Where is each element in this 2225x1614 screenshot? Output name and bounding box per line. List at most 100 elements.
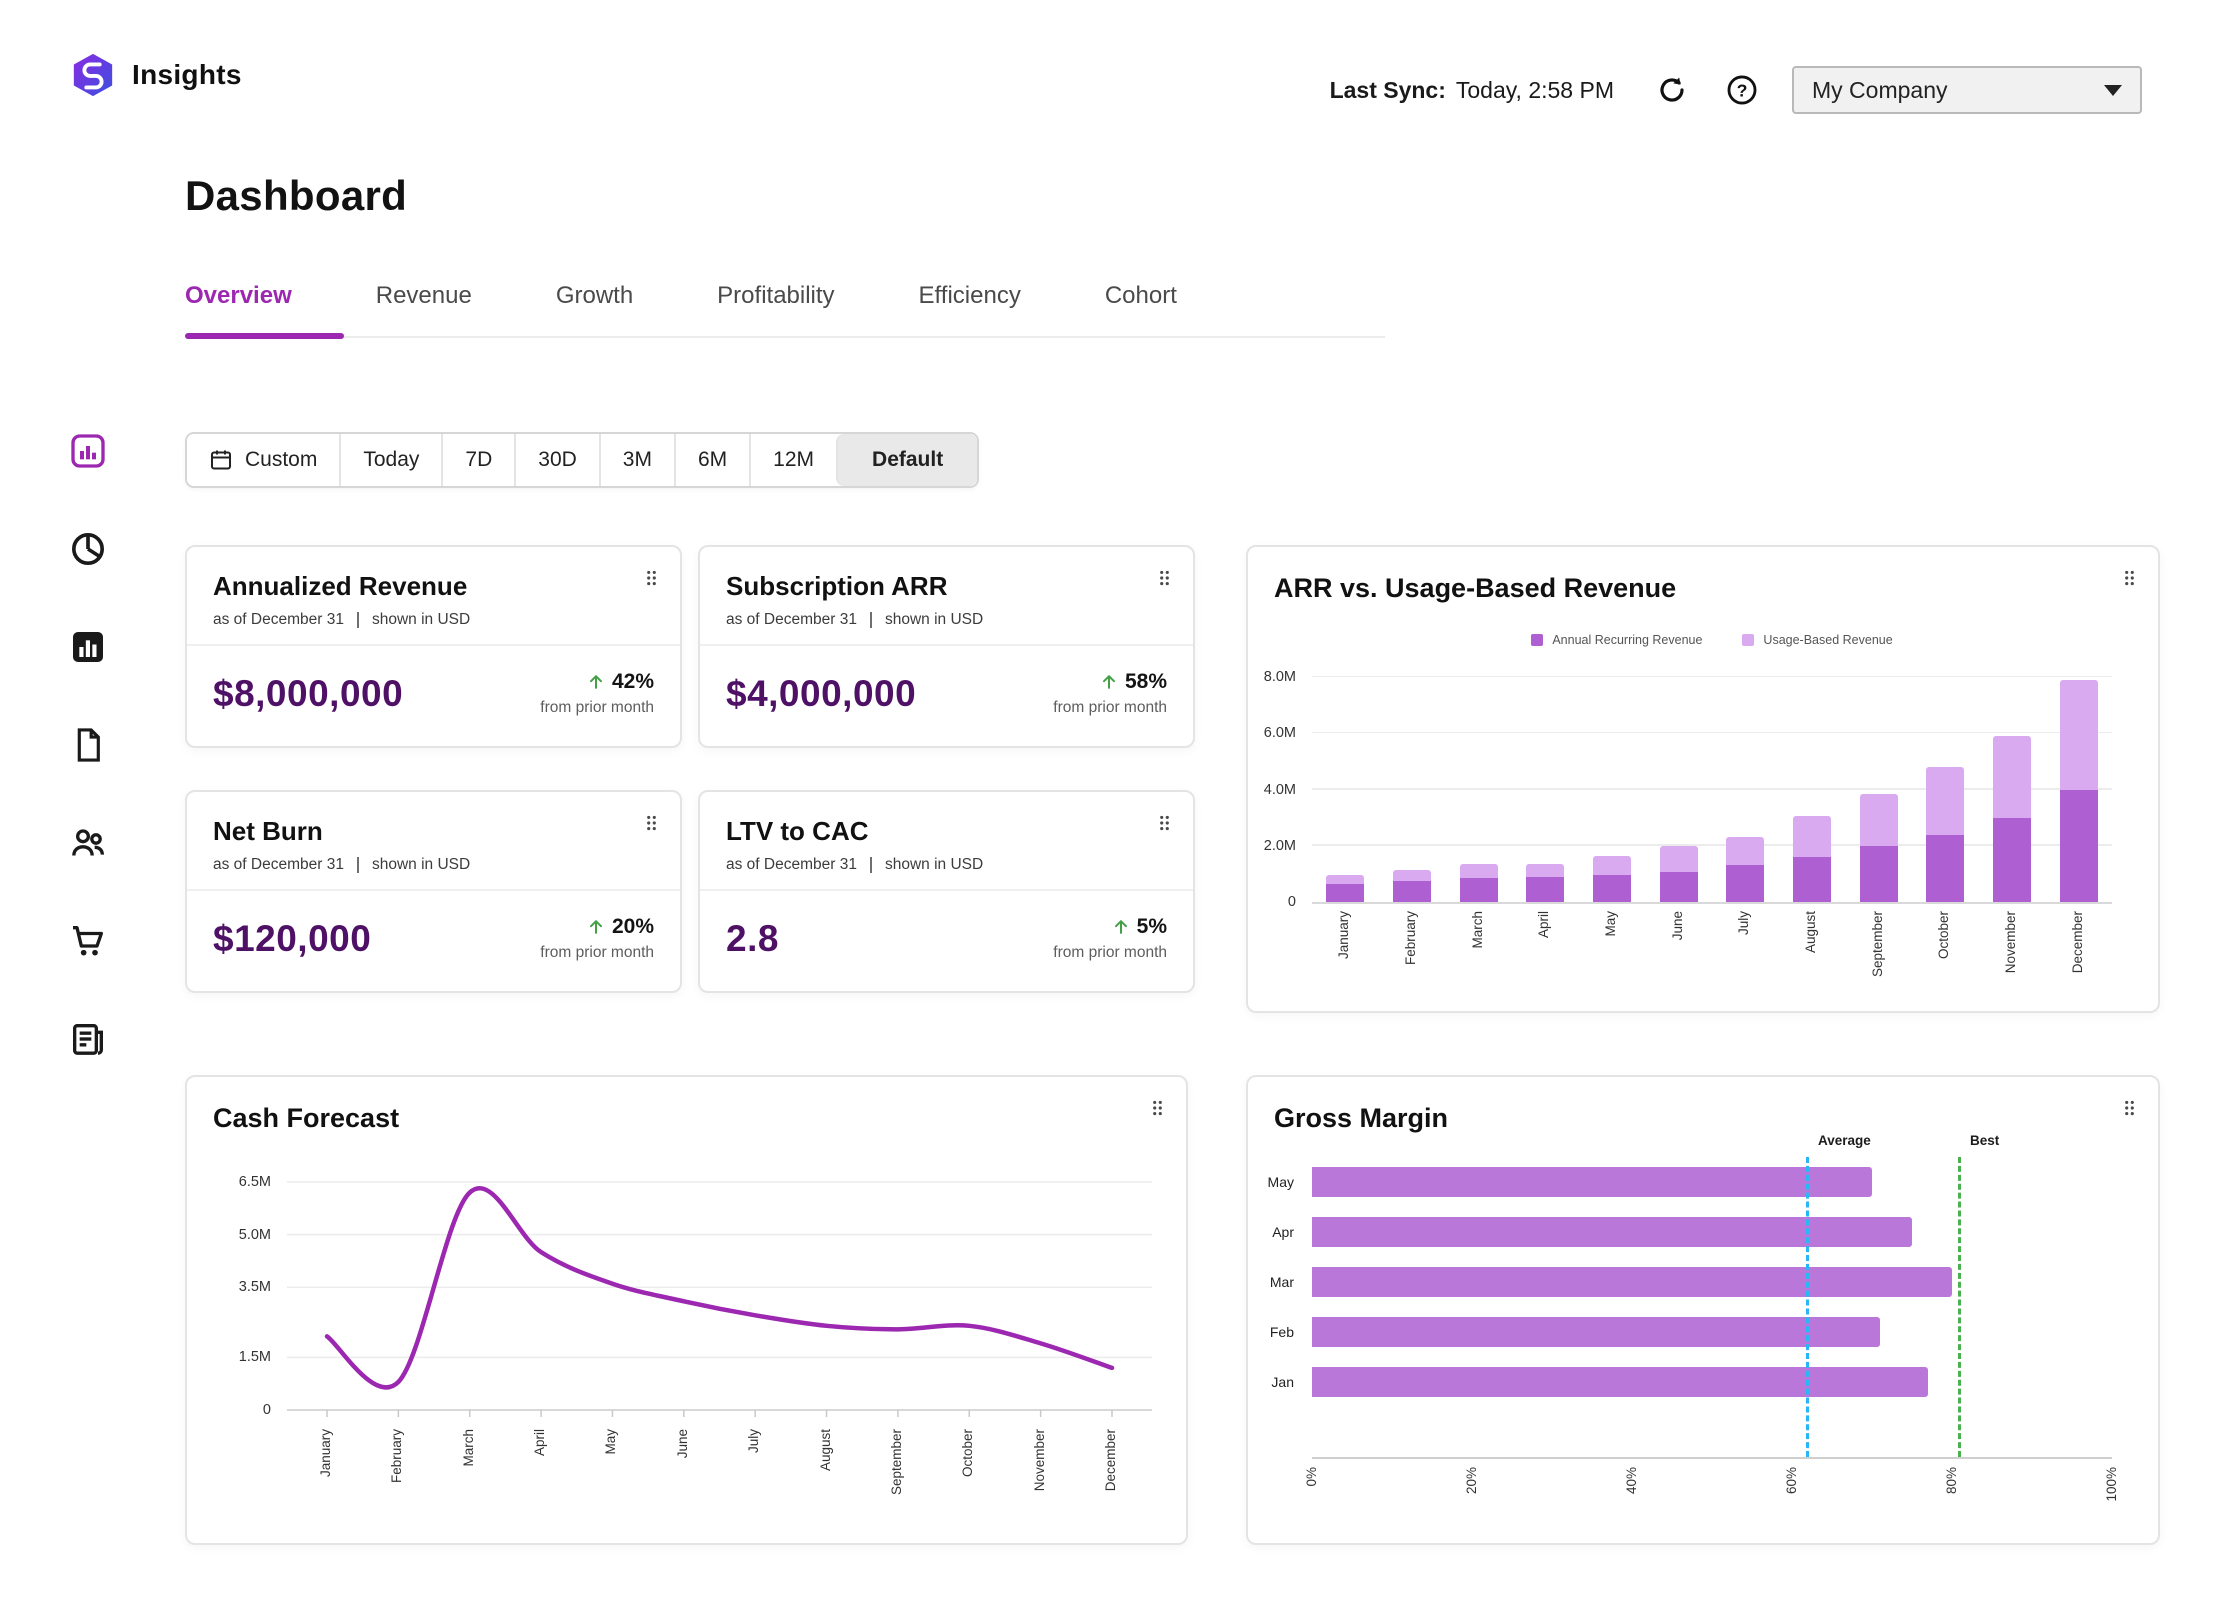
x-axis-month-label: June [1670,911,1685,940]
date-preset-7d[interactable]: 7D [441,434,514,486]
up-arrow-icon [586,672,606,692]
kpi-value: $120,000 [213,918,371,960]
x-axis-month-label: May [1603,911,1618,937]
up-arrow-icon [586,917,606,937]
y-axis-tick-label: 0 [263,1402,271,1418]
x-axis-month-label: February [1403,911,1418,965]
kpi-unit-note: shown in USD [372,611,470,629]
x-axis-tick-label: 100% [2104,1467,2119,1502]
date-preset-3m[interactable]: 3M [599,434,674,486]
x-axis-month-label: February [389,1429,404,1483]
x-axis-tick-label: 80% [1944,1467,1959,1494]
divider [700,644,1193,646]
kpi-unit-note: shown in USD [885,856,983,874]
sidebar-item-breakdown[interactable] [67,528,109,570]
x-axis-labels: JanuaryFebruaryMarchAprilMayJuneJulyAugu… [287,1429,1152,1539]
bar-segment [1926,767,1964,835]
x-axis-month-label: July [1736,911,1751,935]
drag-handle-icon[interactable] [1158,814,1171,835]
divider [357,857,359,873]
y-axis-tick-label: 4.0M [1264,782,1296,798]
cash-forecast-line-chart [287,1182,1152,1422]
reference-line [1958,1157,1961,1457]
sidebar-item-news[interactable] [67,1018,109,1060]
legend-swatch [1742,634,1754,646]
x-axis-month-label: October [960,1429,975,1477]
bar-segment [1660,872,1698,902]
sidebar [60,430,116,1060]
y-axis-tick-label: 8.0M [1264,669,1296,685]
kpi-as-of: as of December 31 [213,856,344,874]
drag-handle-icon[interactable] [1158,569,1171,590]
date-preset-6m[interactable]: 6M [674,434,749,486]
kpi-subtitle: as of December 31 shown in USD [726,856,1167,874]
help-button[interactable]: ? [1722,70,1762,110]
arr-vs-usage-chart-card: ARR vs. Usage-Based Revenue Annual Recur… [1246,545,2160,1013]
date-preset-today[interactable]: Today [339,434,441,486]
drag-handle-icon[interactable] [645,569,658,590]
x-axis-month-label: August [1803,911,1818,953]
bar-segment [2060,680,2098,790]
bar-segment [1593,856,1631,876]
kpi-value: 2.8 [726,918,779,960]
x-axis-month-label: March [461,1429,476,1467]
sidebar-item-dashboard[interactable] [67,430,109,472]
bar-segment [1726,837,1764,865]
x-axis-month-label: April [1536,911,1551,938]
drag-handle-icon[interactable] [2123,1099,2136,1120]
calendar-icon [209,448,233,472]
tab-growth[interactable]: Growth [556,268,633,336]
sidebar-item-sales[interactable] [67,920,109,962]
x-axis-month-label: December [2070,911,2085,973]
help-icon: ? [1725,73,1759,107]
kpi-as-of: as of December 31 [213,611,344,629]
drag-handle-icon[interactable] [2123,569,2136,590]
sidebar-item-charts[interactable] [67,626,109,668]
page-title: Dashboard [185,172,407,220]
tab-overview[interactable]: Overview [185,268,292,336]
divider [187,889,680,891]
document-icon [69,726,107,764]
date-preset-30d[interactable]: 30D [514,434,599,486]
refresh-button[interactable] [1652,70,1692,110]
y-axis-tick-label: 0 [1288,894,1296,910]
bar-segment [1926,835,1964,903]
brand: Insights [70,52,242,98]
kpi-title: Annualized Revenue [213,571,654,602]
kpi-delta-caption: from prior month [1053,944,1167,962]
bar-segment [1526,877,1564,902]
reference-line [1806,1157,1809,1457]
drag-handle-icon[interactable] [645,814,658,835]
kpi-delta: 58% from prior month [1053,670,1167,717]
bar-segment [1993,818,2031,902]
drag-handle-icon[interactable] [1151,1099,1164,1120]
company-selector[interactable]: My Company [1792,66,2142,114]
bar-segment [1793,857,1831,902]
kpi-subtitle: as of December 31 shown in USD [213,856,654,874]
feed-icon [68,1019,108,1059]
up-arrow-icon [1099,672,1119,692]
sidebar-item-customers[interactable] [67,822,109,864]
kpi-as-of: as of December 31 [726,611,857,629]
y-axis-tick-label: 6.0M [1264,725,1296,741]
reference-line-label: Best [1970,1133,1999,1148]
sidebar-item-reports[interactable] [67,724,109,766]
bar-segment [1526,864,1564,877]
kpi-delta-value: 42% [612,670,654,694]
kpi-delta: 5% from prior month [1053,915,1167,962]
date-preset-12m[interactable]: 12M [749,434,836,486]
tab-revenue[interactable]: Revenue [376,268,472,336]
date-custom-button[interactable]: Custom [187,434,339,486]
arr-vs-usage-plot [1312,677,2112,904]
legend-label: Annual Recurring Revenue [1552,633,1702,647]
kpi-delta-value: 5% [1137,915,1167,939]
tab-profitability[interactable]: Profitability [717,268,834,336]
bar-segment [2060,790,2098,903]
x-axis-month-label: November [1032,1429,1047,1491]
gridline [1312,844,2112,846]
tab-efficiency[interactable]: Efficiency [919,268,1021,336]
tab-cohort[interactable]: Cohort [1105,268,1177,336]
date-default-button[interactable]: Default [836,434,977,486]
cash-forecast-chart-card: Cash Forecast 01.5M3.5M5.0M6.5M JanuaryF… [185,1075,1188,1545]
x-axis-tick-label: 20% [1464,1467,1479,1494]
